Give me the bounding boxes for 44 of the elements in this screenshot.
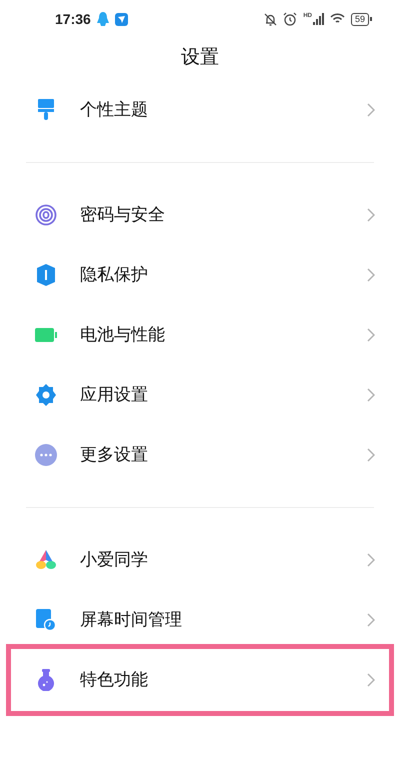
wifi-icon [330,13,345,25]
alarm-clock-icon [283,12,298,26]
item-label: 屏幕时间管理 [80,609,183,632]
settings-item[interactable]: 小爱同学 [6,530,394,590]
fingerprint-icon [35,204,57,226]
chevron-icon [367,268,375,282]
status-time: 17:36 [55,10,91,28]
item-label: 隐私保护 [80,264,149,286]
chevron-icon [367,613,375,627]
settings-item[interactable]: 更多设置 [6,425,394,485]
phone-clock-icon [36,609,56,631]
settings-item[interactable]: 电池与性能 [6,305,394,365]
chevron-icon [367,328,375,342]
settings-item[interactable]: 应用设置 [6,365,394,425]
item-label: 小爱同学 [80,549,149,572]
item-label: 密码与安全 [80,204,166,226]
triangle-logo-icon [35,550,57,570]
chevron-icon [367,448,375,462]
penguin-icon [96,12,109,26]
settings-item[interactable]: 密码与安全 [6,185,394,245]
chevron-icon [367,388,375,402]
chevron-icon [367,553,375,567]
settings-item[interactable]: 特色功能 [6,644,394,716]
chevron-icon [367,208,375,222]
paper-plane-icon [114,12,128,26]
page-title: 设置 [180,46,220,70]
signal-icon [312,13,324,25]
bell-off-icon [264,12,278,26]
chevron-icon [367,673,375,687]
settings-item[interactable]: 个性主题 [6,80,394,140]
item-label: 特色功能 [80,669,149,692]
brush-icon [38,99,54,121]
flask-icon [36,669,56,691]
item-label: 更多设置 [80,444,149,466]
battery-level: 59 [350,12,369,26]
item-label: 个性主题 [80,99,149,122]
gear-icon [35,384,57,406]
item-label: 应用设置 [80,384,149,406]
shield-icon [35,264,57,286]
ellipsis-icon [35,444,57,466]
battery-icon [35,328,57,342]
chevron-icon [367,103,375,117]
item-label: 电池与性能 [80,324,166,346]
settings-item[interactable]: 隐私保护 [6,245,394,305]
